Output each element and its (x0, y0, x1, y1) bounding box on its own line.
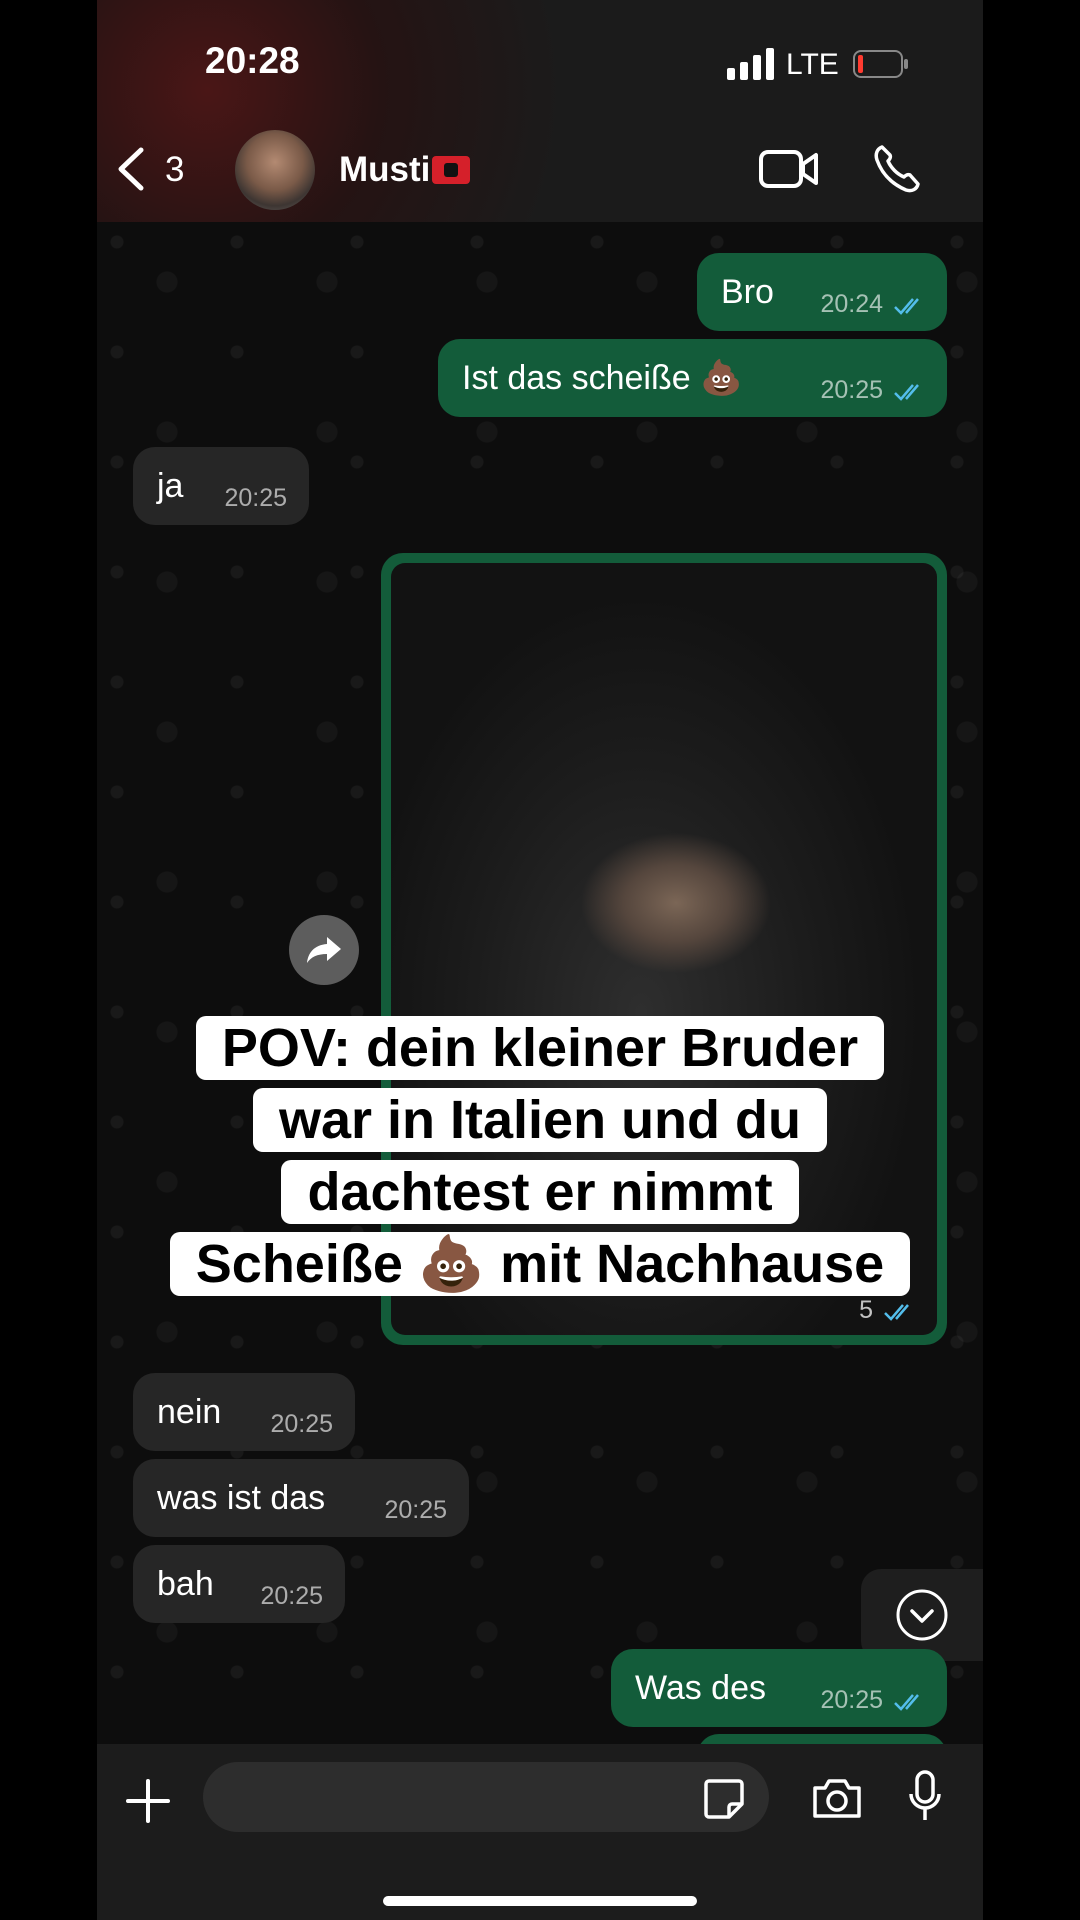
avatar[interactable] (235, 130, 315, 210)
message-time: 20:25 (224, 484, 287, 512)
mic-icon[interactable] (909, 1770, 941, 1824)
message-bubble[interactable]: was ist das 20:25 (133, 1459, 469, 1537)
status-time: 20:28 (205, 40, 300, 81)
message-time: 20:25 (820, 376, 883, 404)
message-text: was ist das (157, 1478, 326, 1517)
caption-line: POV: dein kleiner Bruder (97, 1012, 983, 1084)
flag-icon (432, 156, 471, 184)
top-bar: 20:28 LTE 3 Musti (97, 0, 983, 222)
message-bubble[interactable]: Ist das scheiße 💩 20:25 (438, 339, 947, 417)
message-text: Was des (635, 1668, 767, 1707)
message-time: 5 (859, 1296, 873, 1324)
message-input[interactable] (203, 1762, 769, 1832)
message-text: Ist das scheiße 💩 (462, 359, 743, 397)
message-bubble[interactable]: nein 20:25 (133, 1373, 355, 1451)
sticker-icon[interactable] (703, 1778, 745, 1820)
video-caption-overlay: POV: dein kleiner Bruder war in Italien … (97, 1012, 983, 1300)
message-bubble[interactable]: Was des 20:25 (611, 1649, 947, 1727)
message-time: 20:25 (270, 1410, 333, 1438)
read-receipt-icon (894, 384, 919, 401)
message-text: nein (157, 1392, 222, 1431)
scroll-to-bottom-button[interactable] (861, 1569, 983, 1661)
message-text: ja (157, 466, 184, 505)
chat-screen: 20:28 LTE 3 Musti Bro 20:24 Ist das sche… (97, 0, 983, 1920)
message-time: 20:25 (820, 1686, 883, 1714)
message-bubble[interactable]: Bro 20:24 (697, 253, 947, 331)
caption-line: dachtest er nimmt (97, 1156, 983, 1228)
composer-bar (97, 1744, 983, 1920)
caption-line-text: war in Italien und du (252, 1088, 828, 1152)
plus-icon[interactable] (125, 1778, 171, 1824)
message-time: 20:25 (260, 1582, 323, 1610)
contact-name-text: Musti (339, 150, 431, 189)
scroll-down-icon (896, 1589, 948, 1641)
message-text: Bro (721, 272, 774, 311)
message-text: bah (157, 1564, 214, 1603)
network-label: LTE (786, 48, 839, 81)
home-indicator (383, 1896, 697, 1906)
caption-line: Scheiße 💩 mit Nachhause (97, 1228, 983, 1300)
message-time: 20:25 (384, 1496, 447, 1524)
message-bubble[interactable]: bah 20:25 (133, 1545, 345, 1623)
camera-icon[interactable] (811, 1776, 863, 1820)
signal-icon (727, 48, 774, 80)
forward-icon (307, 937, 341, 963)
message-time: 20:24 (820, 290, 883, 318)
caption-line-text: POV: dein kleiner Bruder (195, 1016, 885, 1080)
caption-line-text: dachtest er nimmt (281, 1160, 799, 1224)
back-chevron-icon[interactable] (115, 146, 145, 192)
forward-button[interactable] (289, 915, 359, 985)
message-list[interactable]: Bro 20:24 Ist das scheiße 💩 20:25 ja 20:… (97, 222, 983, 1774)
read-receipt-icon (894, 298, 919, 315)
caption-line-text: Scheiße 💩 mit Nachhause (169, 1232, 911, 1296)
message-bubble[interactable]: ja 20:25 (133, 447, 309, 525)
contact-name[interactable]: Musti (339, 150, 471, 190)
read-receipt-icon (894, 1694, 919, 1711)
video-call-icon[interactable] (759, 148, 819, 190)
unread-count[interactable]: 3 (165, 150, 184, 190)
battery-icon (853, 50, 908, 78)
voice-call-icon[interactable] (872, 144, 920, 194)
read-receipt-icon (884, 1304, 909, 1321)
caption-line: war in Italien und du (97, 1084, 983, 1156)
